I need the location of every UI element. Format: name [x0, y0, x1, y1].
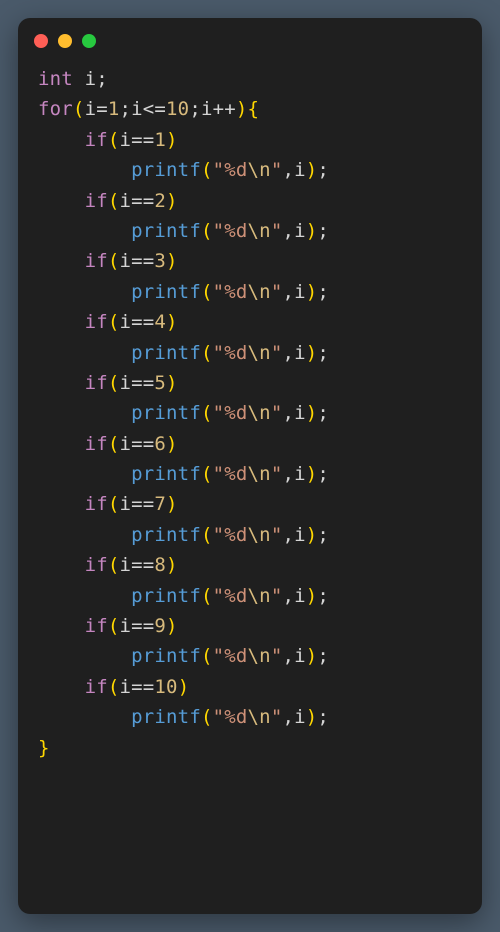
- code-content: int i; for(i=1;i<=10;i++){ if(i==1) prin…: [18, 64, 482, 783]
- maximize-icon[interactable]: [82, 34, 96, 48]
- window-titlebar: [18, 18, 482, 64]
- close-icon[interactable]: [34, 34, 48, 48]
- code-window: int i; for(i=1;i<=10;i++){ if(i==1) prin…: [18, 18, 482, 914]
- minimize-icon[interactable]: [58, 34, 72, 48]
